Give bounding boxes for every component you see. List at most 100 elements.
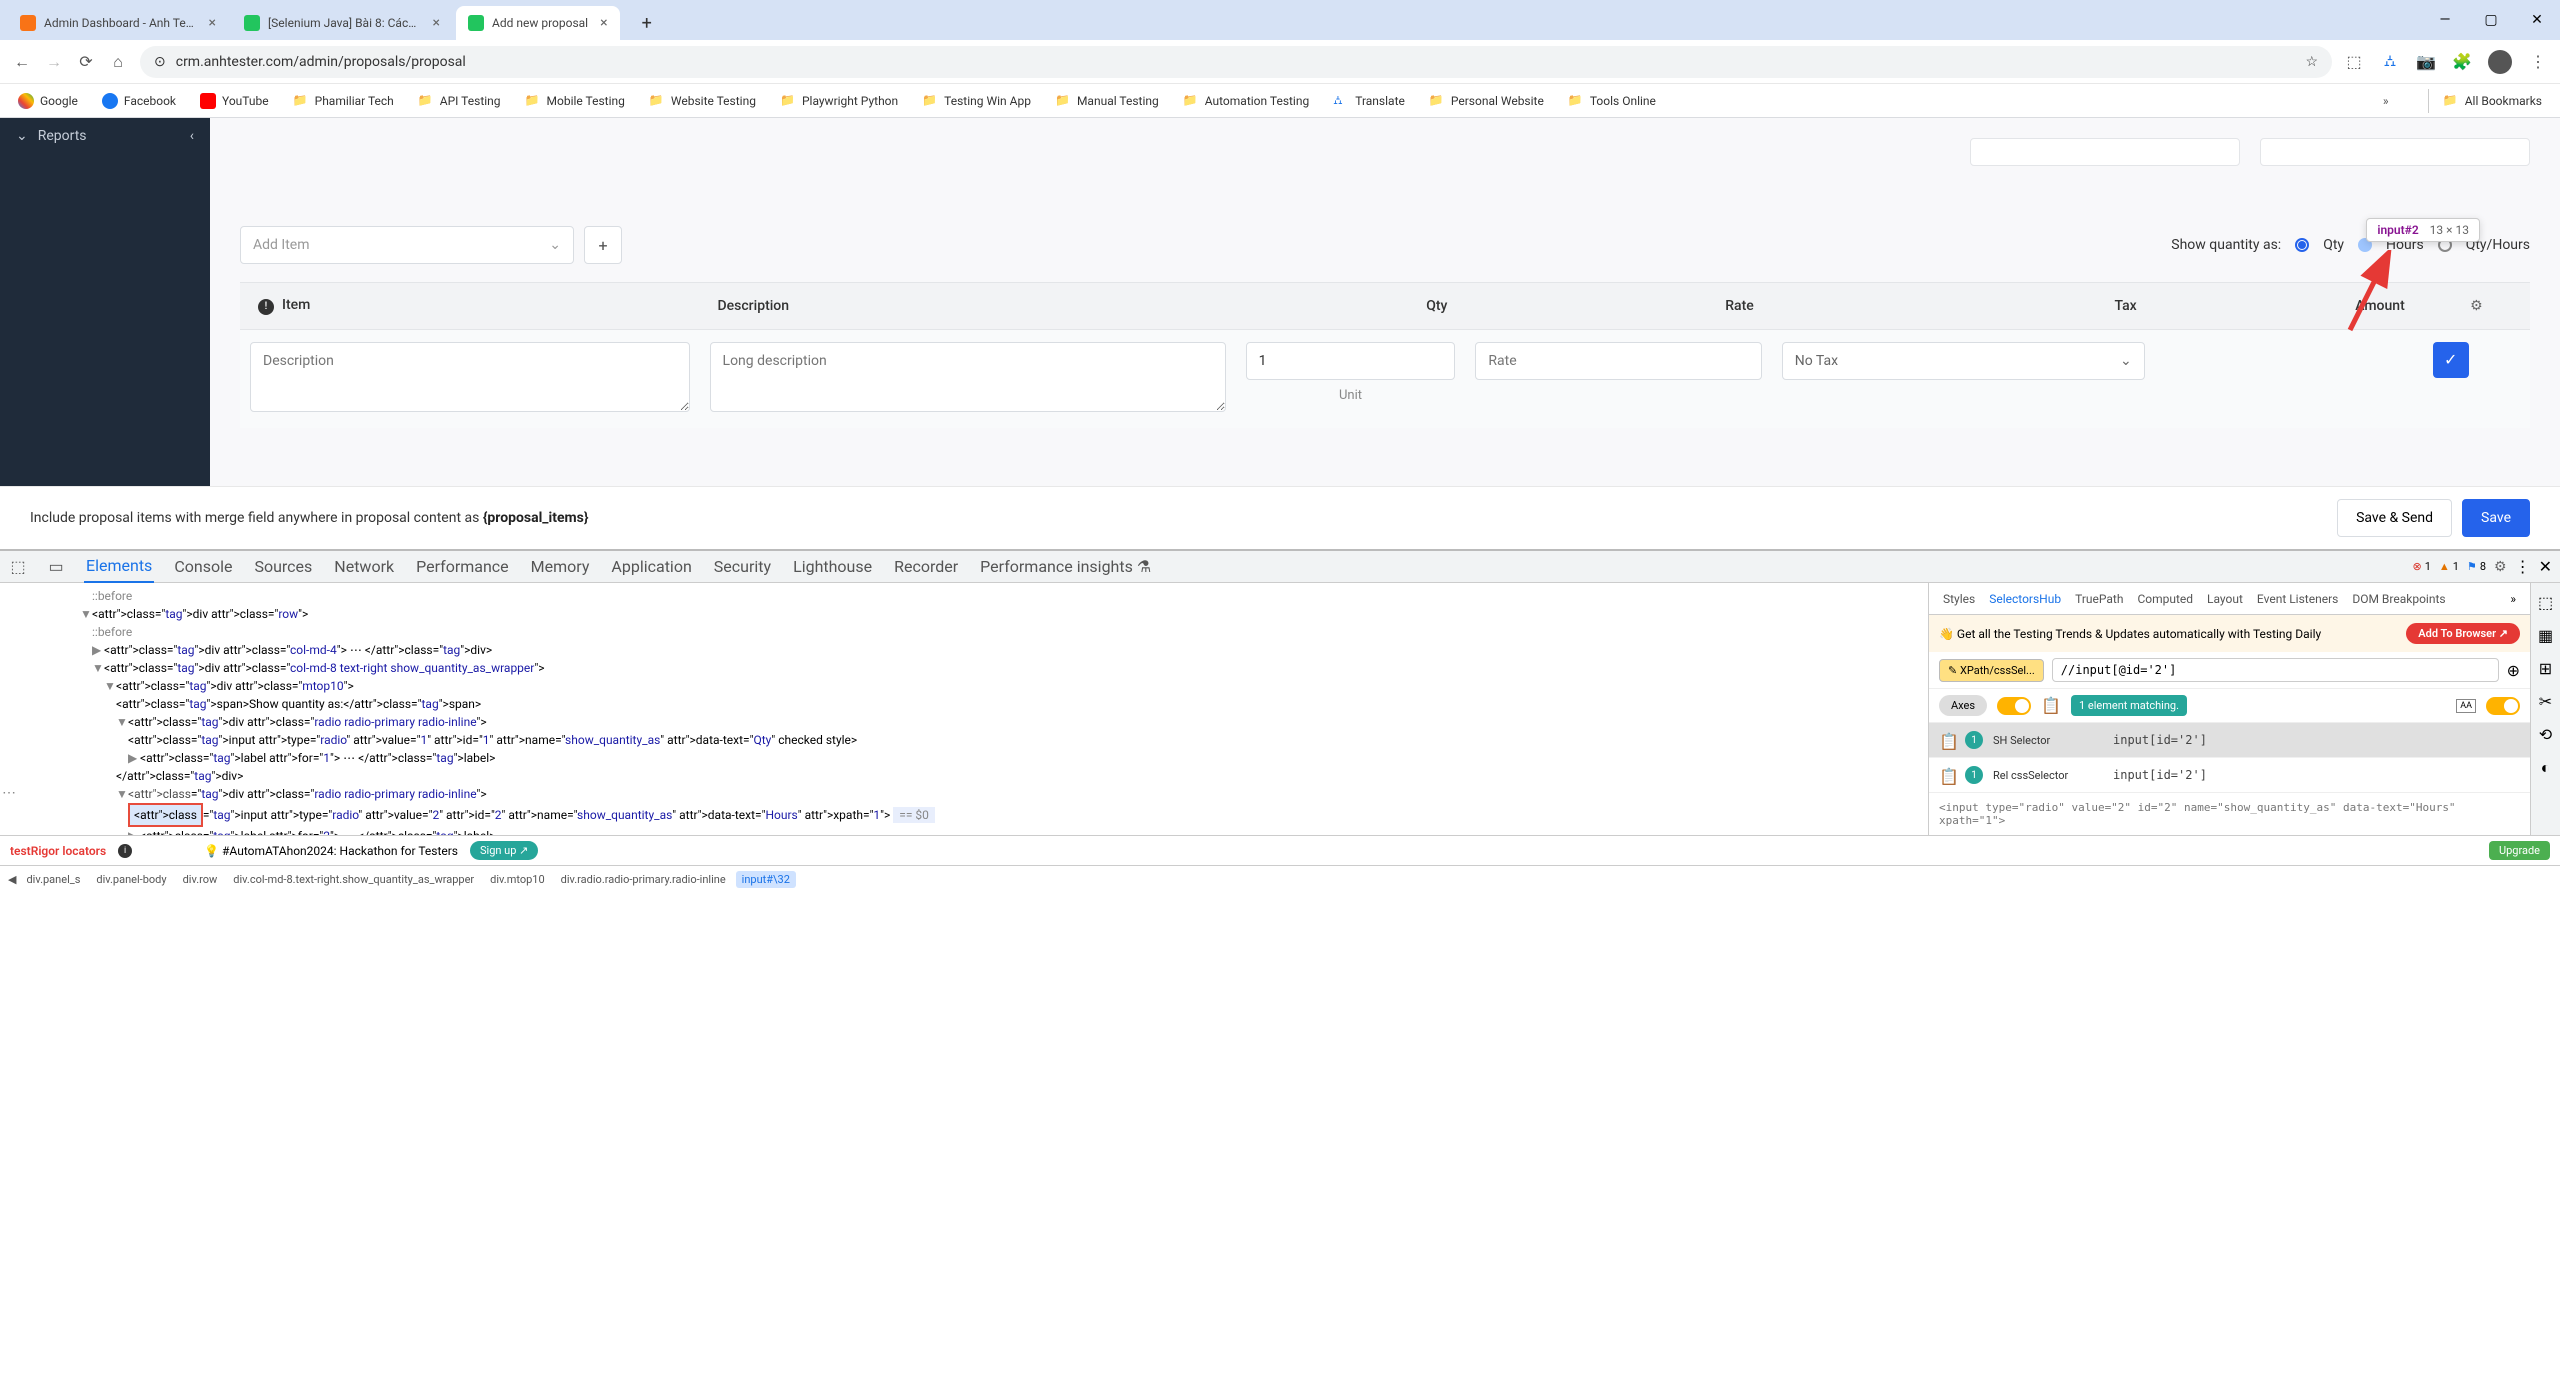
maximize-icon[interactable]: ▢ — [2468, 0, 2514, 40]
side-tab-styles[interactable]: Styles — [1943, 592, 1975, 606]
tool-icon[interactable]: ✂ — [2539, 692, 2552, 711]
side-more-icon[interactable]: » — [2510, 592, 2516, 606]
dt-tab-console[interactable]: Console — [172, 551, 234, 582]
bookmark-folder[interactable]: 📁Testing Win App — [916, 89, 1037, 113]
side-tab-selectorshub[interactable]: SelectorsHub — [1989, 592, 2061, 606]
add-to-browser-button[interactable]: Add To Browser ↗ — [2406, 623, 2520, 644]
dt-tab-elements[interactable]: Elements — [84, 550, 154, 583]
bookmark-translate[interactable]: ⛼Translate — [1327, 89, 1411, 113]
dt-tab-sources[interactable]: Sources — [252, 551, 314, 582]
crumb-active[interactable]: input#\32 — [736, 871, 796, 888]
extensions-icon[interactable]: ⬚ — [2344, 52, 2364, 72]
copy-icon[interactable]: 📋 — [1939, 732, 1955, 748]
minimize-icon[interactable]: — — [2422, 0, 2468, 40]
bookmark-folder[interactable]: 📁Tools Online — [1562, 89, 1662, 113]
tab-0[interactable]: Admin Dashboard - Anh Tester × — [8, 6, 228, 40]
back-icon[interactable]: ← — [12, 52, 32, 72]
elements-panel[interactable]: ⋯ ::before▼<attr">class="tag">div attr">… — [0, 583, 1928, 835]
selector-value[interactable]: input[id='2'] — [2113, 733, 2207, 747]
bookmark-overflow[interactable]: » — [2376, 91, 2396, 111]
tax-select[interactable]: No Tax⌄ — [1782, 342, 2145, 380]
menu-icon[interactable]: ⋮ — [2528, 52, 2548, 72]
devtools-menu-icon[interactable]: ⋮ — [2515, 557, 2531, 576]
errors-badge[interactable]: ⊗1 — [2412, 560, 2430, 573]
xpath-input[interactable] — [2052, 658, 2499, 682]
crumb[interactable]: div.panel_s — [20, 871, 86, 888]
bookmark-folder[interactable]: 📁API Testing — [412, 89, 507, 113]
add-xpath-icon[interactable]: ⊕ — [2507, 661, 2520, 680]
forward-icon[interactable]: → — [44, 52, 64, 72]
translate-icon[interactable]: ⛼ — [2380, 52, 2400, 72]
bookmark-google[interactable]: Google — [12, 89, 84, 113]
crumb-prev[interactable]: ◀ — [8, 873, 16, 886]
sidebar-item-reports[interactable]: ⌄Reports ‹ — [0, 118, 210, 154]
crumb[interactable]: div.radio.radio-primary.radio-inline — [555, 871, 732, 888]
selector-value[interactable]: input[id='2'] — [2113, 768, 2207, 782]
url-input[interactable]: ⊙ crm.anhtester.com/admin/proposals/prop… — [140, 46, 2332, 78]
new-tab[interactable]: + — [632, 7, 662, 40]
aa-icon[interactable]: AA — [2456, 699, 2476, 713]
confirm-row-button[interactable]: ✓ — [2433, 342, 2469, 378]
info-icon[interactable]: ! — [258, 299, 274, 315]
right-toggle[interactable] — [2486, 697, 2520, 715]
bookmark-facebook[interactable]: Facebook — [96, 89, 182, 113]
description-input[interactable] — [250, 342, 690, 412]
radio-qty[interactable] — [2295, 238, 2309, 252]
signup-button[interactable]: Sign up ↗ — [470, 841, 538, 860]
dt-tab-lighthouse[interactable]: Lighthouse — [791, 551, 874, 582]
inspect-icon[interactable]: ⬚ — [8, 557, 28, 577]
bookmark-folder[interactable]: 📁Mobile Testing — [519, 89, 631, 113]
testrigor-link[interactable]: testRigor locators — [10, 844, 106, 858]
rate-input[interactable] — [1475, 342, 1761, 380]
reload-icon[interactable]: ⟳ — [76, 52, 96, 72]
tool-icon[interactable]: ◐ — [2541, 758, 2551, 778]
warnings-badge[interactable]: ▲1 — [2439, 560, 2459, 573]
add-item-button[interactable]: + — [584, 226, 622, 264]
bookmark-folder[interactable]: 📁Manual Testing — [1049, 89, 1165, 113]
bookmark-folder[interactable]: 📁Website Testing — [643, 89, 762, 113]
tab-2[interactable]: Add new proposal × — [456, 6, 620, 40]
tool-icon[interactable]: ⊞ — [2539, 659, 2552, 678]
camera-icon[interactable]: 📷 — [2416, 52, 2436, 72]
side-tab-dom[interactable]: DOM Breakpoints — [2352, 592, 2445, 606]
chevron-left-icon[interactable]: ‹ — [190, 128, 194, 144]
bookmark-youtube[interactable]: YouTube — [194, 89, 275, 113]
dt-tab-network[interactable]: Network — [332, 551, 396, 582]
side-tab-truepath[interactable]: TruePath — [2075, 592, 2123, 606]
dt-tab-perf-insights[interactable]: Performance insights ⚗ — [978, 551, 1153, 582]
gear-icon[interactable]: ⚙ — [2470, 298, 2483, 314]
dt-tab-recorder[interactable]: Recorder — [892, 551, 960, 582]
devtools-settings-icon[interactable]: ⚙ — [2494, 559, 2507, 575]
bookmark-folder[interactable]: 📁Personal Website — [1423, 89, 1550, 113]
tab-close[interactable]: × — [433, 15, 440, 31]
tab-1[interactable]: [Selenium Java] Bài 8: Cách xử lý Drop..… — [232, 6, 452, 40]
close-window-icon[interactable]: ✕ — [2514, 0, 2560, 40]
tool-icon[interactable]: ▦ — [2538, 626, 2553, 645]
dt-tab-memory[interactable]: Memory — [529, 551, 592, 582]
devtools-close-icon[interactable]: ✕ — [2539, 557, 2552, 576]
bookmark-folder[interactable]: 📁Phamiliar Tech — [287, 89, 400, 113]
puzzle-icon[interactable]: 🧩 — [2452, 52, 2472, 72]
crumb[interactable]: div.mtop10 — [484, 871, 550, 888]
crumb[interactable]: div.panel-body — [90, 871, 172, 888]
profile-avatar[interactable] — [2488, 50, 2512, 74]
long-description-input[interactable] — [710, 342, 1226, 412]
tool-icon[interactable]: ⬚ — [2538, 593, 2553, 612]
tab-close[interactable]: × — [209, 15, 216, 31]
home-icon[interactable]: ⌂ — [108, 52, 128, 72]
copy-icon[interactable]: 📋 — [1939, 767, 1955, 783]
crumb[interactable]: div.row — [177, 871, 224, 888]
side-tab-computed[interactable]: Computed — [2137, 592, 2193, 606]
star-icon[interactable]: ☆ — [2305, 54, 2318, 70]
device-icon[interactable]: ▭ — [46, 557, 66, 577]
axes-label[interactable]: Axes — [1939, 695, 1987, 716]
tab-close[interactable]: × — [600, 15, 607, 31]
add-item-select[interactable]: Add Item ⌄ — [240, 226, 574, 264]
site-info-icon[interactable]: ⊙ — [154, 54, 166, 70]
crumb[interactable]: div.col-md-8.text-right.show_quantity_as… — [227, 871, 480, 888]
save-button[interactable]: Save — [2462, 499, 2530, 537]
all-bookmarks[interactable]: 📁All Bookmarks — [2428, 89, 2548, 113]
tool-icon[interactable]: ⟲ — [2539, 725, 2552, 744]
xpath-mode-button[interactable]: ✎ XPath/cssSel... — [1939, 659, 2044, 682]
issues-badge[interactable]: ⚑8 — [2467, 560, 2486, 573]
